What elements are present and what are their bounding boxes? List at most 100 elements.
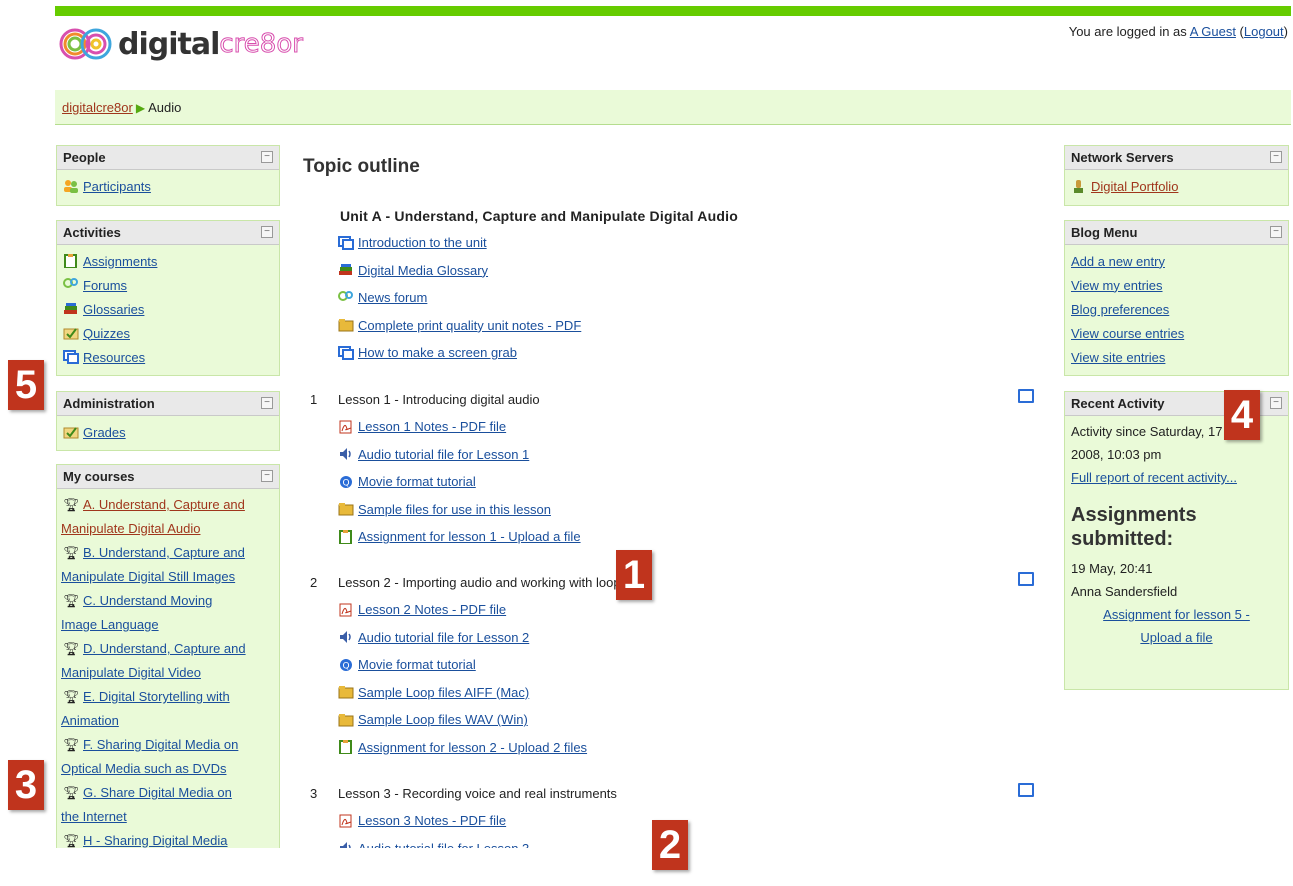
list-item[interactable]: Sample Loop files AIFF (Mac) — [338, 679, 587, 707]
grades-link[interactable]: Grades — [83, 425, 126, 440]
course-link-a-line1[interactable]: A. Understand, Capture and — [83, 497, 245, 512]
list-item[interactable]: Audio tutorial file for Lesson 1 — [338, 441, 581, 469]
quiz-icon — [63, 328, 79, 340]
digital-portfolio-link[interactable]: Digital Portfolio — [1091, 179, 1178, 194]
blog-view-my-entries-link[interactable]: View my entries — [1071, 278, 1163, 293]
activity-link-resources[interactable]: Resources — [83, 350, 145, 365]
course-link-d-line2[interactable]: Manipulate Digital Video — [61, 665, 201, 680]
section-item-link[interactable]: Audio tutorial file for Lesson 2 — [358, 630, 529, 645]
list-item[interactable]: Audio tutorial file for Lesson 2 — [338, 624, 587, 652]
activity-link-assignments[interactable]: Assignments — [83, 254, 157, 269]
course-item[interactable]: 🏆︎ B. Understand, Capture and Manipulate D… — [61, 541, 279, 589]
course-link-e-line1[interactable]: E. Digital Storytelling with — [83, 689, 230, 704]
collapse-icon[interactable]: − — [261, 226, 273, 238]
collapse-icon[interactable]: − — [261, 151, 273, 163]
site-logo[interactable]: digital cre8or — [58, 26, 303, 62]
section-item-link[interactable]: Movie format tutorial — [358, 474, 476, 489]
section-title: Lesson 3 - Recording voice and real inst… — [338, 786, 617, 801]
collapse-icon[interactable]: − — [261, 397, 273, 409]
section-item-link[interactable]: Audio tutorial file for Lesson 1 — [358, 447, 529, 462]
course-link-f-line1[interactable]: F. Sharing Digital Media on — [83, 737, 238, 752]
activity-link-glossaries[interactable]: Glossaries — [83, 302, 144, 317]
course-link-c-line2[interactable]: Image Language — [61, 617, 159, 632]
section-item-link[interactable]: Movie format tutorial — [358, 657, 476, 672]
assignment-icon — [339, 529, 352, 544]
collapse-icon[interactable]: − — [1270, 226, 1282, 238]
course-link-f-line2[interactable]: Optical Media such as DVDs — [61, 761, 226, 776]
course-item[interactable]: 🏆︎ C. Understand Moving Image Language — [61, 589, 279, 637]
unit-item-link[interactable]: Introduction to the unit — [358, 235, 487, 250]
course-icon: 🏆︎ — [63, 545, 80, 560]
course-link-b-line1[interactable]: B. Understand, Capture and — [83, 545, 245, 560]
course-item[interactable]: 🏆︎ E. Digital Storytelling with Animation — [61, 685, 279, 733]
collapse-icon[interactable]: − — [1270, 397, 1282, 409]
unit-item-link[interactable]: How to make a screen grab — [358, 345, 517, 360]
annotation-badge-4: 4 — [1224, 390, 1260, 440]
section-item-link[interactable]: Sample Loop files AIFF (Mac) — [358, 685, 529, 700]
section-item-link[interactable]: Lesson 1 Notes - PDF file — [358, 419, 506, 434]
list-item[interactable]: Complete print quality unit notes - PDF — [338, 312, 581, 340]
list-item[interactable]: Introduction to the unit — [338, 229, 581, 257]
section-item-link[interactable]: Lesson 3 Notes - PDF file — [358, 813, 506, 828]
unit-items-list: Introduction to the unit Digital Media G… — [338, 229, 581, 367]
collapse-icon[interactable]: − — [261, 470, 273, 482]
unit-item-link[interactable]: News forum — [358, 290, 427, 305]
section-item-link[interactable]: Lesson 2 Notes - PDF file — [358, 602, 506, 617]
section-item-link[interactable]: Assignment for lesson 1 - Upload a file — [358, 529, 581, 544]
course-link-g-line2[interactable]: the Internet — [61, 809, 127, 824]
section-toggle-icon[interactable] — [1018, 389, 1034, 403]
list-item[interactable]: Sample files for use in this lesson — [338, 496, 581, 524]
course-link-d-line1[interactable]: D. Understand, Capture and — [83, 641, 246, 656]
list-item[interactable]: Lesson 2 Notes - PDF file — [338, 596, 587, 624]
list-item[interactable]: Assignment for lesson 1 - Upload a file — [338, 523, 581, 551]
section-1-items: Lesson 1 Notes - PDF file Audio tutorial… — [338, 413, 581, 551]
breadcrumb-home-link[interactable]: digitalcre8or — [62, 100, 133, 115]
section-item-link[interactable]: Sample files for use in this lesson — [358, 502, 551, 517]
course-link-e-line2[interactable]: Animation — [61, 713, 119, 728]
full-report-link[interactable]: Full report of recent activity... — [1071, 470, 1237, 485]
unit-item-link[interactable]: Complete print quality unit notes - PDF — [358, 318, 581, 333]
assignment-icon — [64, 254, 77, 268]
page-title: Topic outline — [303, 156, 420, 177]
course-icon: 🏆︎ — [63, 737, 80, 752]
list-item[interactable]: Lesson 3 Notes - PDF file — [338, 807, 529, 835]
course-item[interactable]: 🏆︎ A. Understand, Capture and Manipulate D… — [61, 493, 279, 541]
section-title: Lesson 1 - Introducing digital audio — [338, 392, 540, 407]
list-item[interactable]: Lesson 1 Notes - PDF file — [338, 413, 581, 441]
activity-link-forums[interactable]: Forums — [83, 278, 127, 293]
course-link-a-line2[interactable]: Manipulate Digital Audio — [61, 521, 200, 536]
list-item[interactable]: Assignment for lesson 2 - Upload 2 files — [338, 734, 587, 762]
list-item[interactable]: Q Movie format tutorial — [338, 651, 587, 679]
list-item[interactable]: Sample Loop files WAV (Win) — [338, 706, 587, 734]
blog-preferences-link[interactable]: Blog preferences — [1071, 302, 1169, 317]
list-item[interactable]: How to make a screen grab — [338, 339, 581, 367]
course-link-c-line1[interactable]: C. Understand Moving — [83, 593, 212, 608]
list-item[interactable]: News forum — [338, 284, 581, 312]
section-item-link[interactable]: Sample Loop files WAV (Win) — [358, 712, 528, 727]
list-item[interactable]: Q Movie format tutorial — [338, 468, 581, 496]
pdf-icon — [339, 420, 352, 434]
breadcrumb-arrow-icon: ▶ — [135, 101, 146, 115]
logout-link[interactable]: Logout — [1244, 24, 1284, 39]
section-item-link[interactable]: Assignment for lesson 2 - Upload 2 files — [358, 740, 587, 755]
course-link-h-line1[interactable]: H - Sharing Digital Media — [83, 833, 228, 848]
collapse-icon[interactable]: − — [1270, 151, 1282, 163]
course-link-b-line2[interactable]: Manipulate Digital Still Images — [61, 569, 235, 584]
list-item[interactable]: Digital Media Glossary — [338, 257, 581, 285]
unit-item-link[interactable]: Digital Media Glossary — [358, 263, 488, 278]
forum-icon — [338, 290, 353, 301]
course-link-g-line1[interactable]: G. Share Digital Media on — [83, 785, 232, 800]
grades-icon — [63, 427, 79, 439]
activity-link-quizzes[interactable]: Quizzes — [83, 326, 130, 341]
section-toggle-icon[interactable] — [1018, 572, 1034, 586]
section-toggle-icon[interactable] — [1018, 783, 1034, 797]
blog-site-entries-link[interactable]: View site entries — [1071, 350, 1165, 365]
blog-add-entry-link[interactable]: Add a new entry — [1071, 254, 1165, 269]
course-item[interactable]: 🏆︎ D. Understand, Capture and Manipulate D… — [61, 637, 279, 685]
course-item[interactable]: 🏆︎ F. Sharing Digital Media on Optical Med… — [61, 733, 279, 781]
blog-course-entries-link[interactable]: View course entries — [1071, 326, 1184, 341]
user-link[interactable]: A Guest — [1190, 24, 1236, 39]
submission-assignment-link[interactable]: Assignment for lesson 5 - Upload a file — [1103, 607, 1250, 645]
participants-link[interactable]: Participants — [83, 179, 151, 194]
course-item[interactable]: 🏆︎ G. Share Digital Media on the Internet — [61, 781, 279, 829]
